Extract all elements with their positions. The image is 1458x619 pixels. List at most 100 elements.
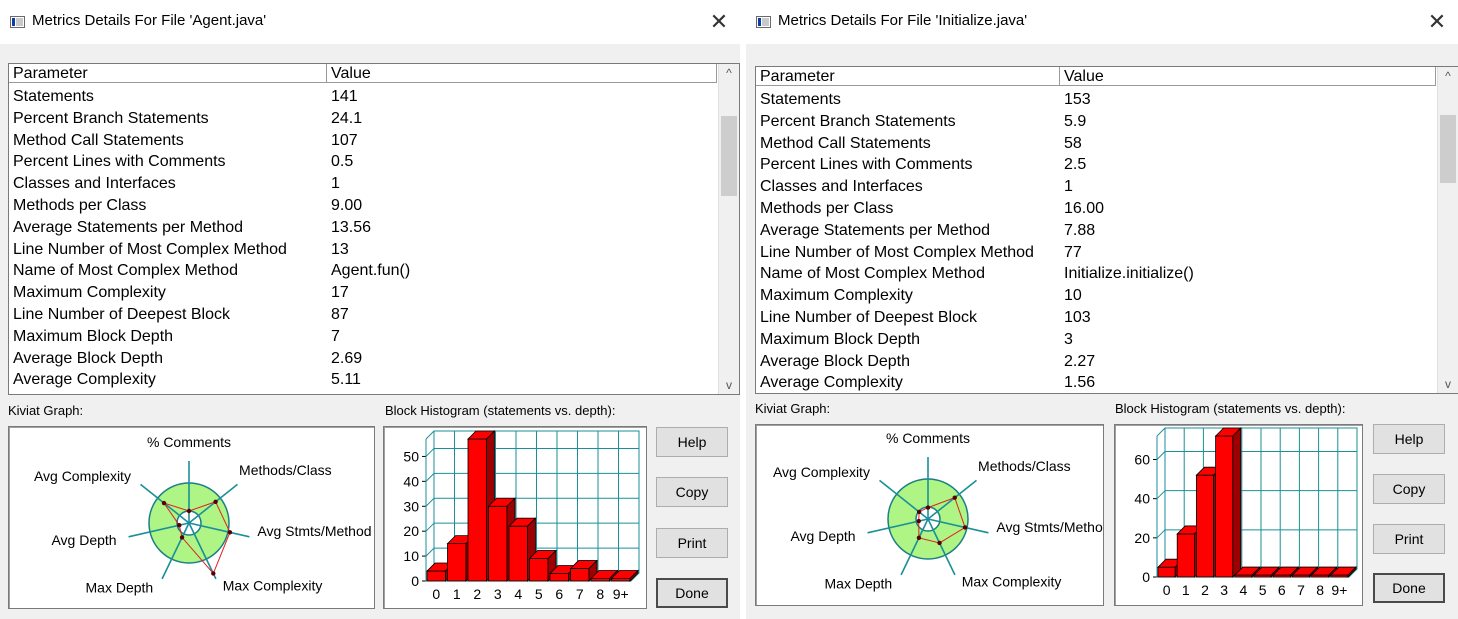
kiviat-metric-point [962, 525, 968, 530]
kiviat-axis-label: Avg Stmts/Method [996, 519, 1103, 535]
x-axis-tick-label: 4 [514, 586, 522, 602]
histogram-label: Block Histogram (statements vs. depth): [1115, 401, 1346, 416]
table-row[interactable]: Average Statements per Method 13.56 [9, 217, 717, 239]
parameter-value: 5.9 [1064, 112, 1087, 130]
histogram-bar [488, 505, 508, 582]
metrics-window-icon [10, 16, 25, 28]
kiviat-metric-point [211, 571, 216, 576]
close-icon[interactable]: ✕ [1423, 8, 1451, 36]
parameter-name: Average Complexity [760, 374, 903, 392]
x-axis-tick-label: 9+ [613, 586, 629, 602]
table-row[interactable]: Line Number of Most Complex Method 77 [756, 242, 1436, 264]
copy-button[interactable]: Copy [1373, 474, 1445, 504]
table-row[interactable]: Methods per Class 9.00 [9, 195, 717, 217]
parameter-value: 13 [331, 240, 349, 258]
table-row[interactable]: Classes and Interfaces 1 [756, 176, 1436, 198]
vertical-scrollbar[interactable]: ^ v [1437, 67, 1458, 393]
histogram-gridline-depth [425, 497, 435, 507]
help-button[interactable]: Help [1373, 424, 1445, 454]
title-bar: Metrics Details For File 'Initialize.jav… [746, 0, 1458, 44]
table-row[interactable]: Name of Most Complex Method Initialize.in… [756, 263, 1436, 285]
scroll-thumb[interactable] [721, 116, 737, 196]
kiviat-label: Kiviat Graph: [8, 403, 84, 418]
x-axis-tick-label: 0 [1163, 582, 1171, 598]
y-axis-tick-label: 60 [1134, 452, 1150, 468]
histogram-bar [508, 525, 528, 582]
done-button[interactable]: Done [1373, 573, 1445, 603]
table-row[interactable]: Maximum Complexity 10 [756, 285, 1436, 307]
table-row[interactable]: Classes and Interfaces 1 [9, 173, 717, 195]
help-button[interactable]: Help [656, 427, 728, 457]
metrics-dialog-initialize: Metrics Details For File 'Initialize.jav… [746, 0, 1458, 619]
histogram-bar [426, 570, 446, 582]
metrics-table[interactable]: Parameter Value Statements 141 Percent Br… [8, 63, 740, 395]
table-row[interactable]: Percent Lines with Comments 2.5 [756, 154, 1436, 176]
table-row[interactable]: Average Complexity 1.56 [756, 372, 1436, 393]
parameter-value: 0.5 [331, 153, 354, 171]
kiviat-metric-point [186, 508, 192, 514]
chevron-up-icon[interactable]: ^ [719, 64, 739, 82]
chevron-down-icon[interactable]: v [719, 376, 739, 394]
table-row[interactable]: Percent Branch Statements 24.1 [9, 108, 717, 130]
close-icon[interactable]: ✕ [705, 8, 733, 36]
vertical-scrollbar[interactable]: ^ v [718, 64, 739, 394]
table-row[interactable]: Maximum Complexity 17 [9, 282, 717, 304]
table-row[interactable]: Statements 153 [756, 89, 1436, 111]
table-row[interactable]: Line Number of Most Complex Method 13 [9, 239, 717, 261]
x-axis-tick-label: 7 [1297, 582, 1305, 598]
column-header-parameter[interactable]: Parameter [9, 64, 327, 83]
parameter-name: Method Call Statements [13, 131, 184, 149]
metrics-table[interactable]: Parameter Value Statements 153 Percent Br… [755, 66, 1458, 394]
kiviat-axis-label: Avg Stmts/Method [257, 523, 371, 539]
parameter-value: Agent.fun() [331, 262, 411, 280]
parameter-value: 1.56 [1064, 374, 1096, 392]
table-row[interactable]: Method Call Statements 58 [756, 133, 1436, 155]
window-title: Metrics Details For File 'Initialize.jav… [778, 12, 1028, 29]
table-row[interactable]: Line Number of Deepest Block 87 [9, 304, 717, 326]
x-axis-tick-label: 3 [494, 586, 502, 602]
table-row[interactable]: Statements 141 [9, 86, 717, 108]
x-axis-tick-label: 5 [535, 586, 543, 602]
table-row[interactable]: Method Call Statements 107 [9, 130, 717, 152]
table-body: Statements 153 Percent Branch Statements 5… [756, 89, 1436, 393]
done-button[interactable]: Done [656, 578, 728, 608]
parameter-name: Statements [760, 91, 841, 108]
table-row[interactable]: Line Number of Deepest Block 103 [756, 307, 1436, 329]
chevron-up-icon[interactable]: ^ [1438, 67, 1458, 85]
print-button[interactable]: Print [656, 528, 728, 558]
chevron-down-icon[interactable]: v [1438, 375, 1458, 393]
y-axis-tick-label: 0 [411, 573, 419, 589]
y-axis-tick-label: 40 [403, 473, 419, 489]
histogram-gridline-depth [1156, 529, 1166, 539]
table-row[interactable]: Methods per Class 16.00 [756, 198, 1436, 220]
kiviat-axis-label: Avg Complexity [34, 468, 131, 484]
histogram-bar [529, 558, 549, 582]
table-row[interactable]: Maximum Block Depth 3 [756, 329, 1436, 351]
table-row[interactable]: Average Complexity 5.11 [9, 369, 717, 391]
parameter-name: Percent Branch Statements [13, 109, 209, 127]
parameter-value: 2.69 [331, 349, 363, 367]
copy-button[interactable]: Copy [656, 477, 728, 507]
table-row[interactable]: Average Block Depth 2.69 [9, 348, 717, 370]
column-header-parameter[interactable]: Parameter [756, 67, 1060, 86]
x-axis-tick-label: 5 [1259, 582, 1267, 598]
parameter-value: 141 [331, 88, 358, 105]
table-row[interactable]: Percent Branch Statements 5.9 [756, 111, 1436, 133]
table-row[interactable]: Name of Most Complex Method Agent.fun() [9, 260, 717, 282]
parameter-name: Methods per Class [13, 196, 147, 214]
parameter-name: Name of Most Complex Method [760, 265, 985, 283]
kiviat-panel: % Comments Methods/Class Avg Stmts/Method M… [755, 424, 1104, 606]
table-row[interactable]: Maximum Block Depth 7 [9, 326, 717, 348]
column-header-value[interactable]: Value [327, 64, 717, 83]
column-header-value[interactable]: Value [1060, 67, 1436, 86]
x-axis-tick-label: 3 [1220, 582, 1228, 598]
table-row[interactable]: Average Statements per Method 7.88 [756, 220, 1436, 242]
kiviat-metric-point [227, 530, 233, 535]
kiviat-graph: % Comments Methods/Class Avg Stmts/Method M… [773, 430, 1103, 592]
print-button[interactable]: Print [1373, 524, 1445, 554]
table-row[interactable]: Average Block Depth 2.27 [756, 351, 1436, 373]
parameter-value: 16.00 [1064, 199, 1105, 217]
scroll-thumb[interactable] [1440, 115, 1456, 183]
table-row[interactable]: Percent Lines with Comments 0.5 [9, 151, 717, 173]
kiviat-graph: % Comments Methods/Class Avg Stmts/Method M… [34, 434, 372, 596]
